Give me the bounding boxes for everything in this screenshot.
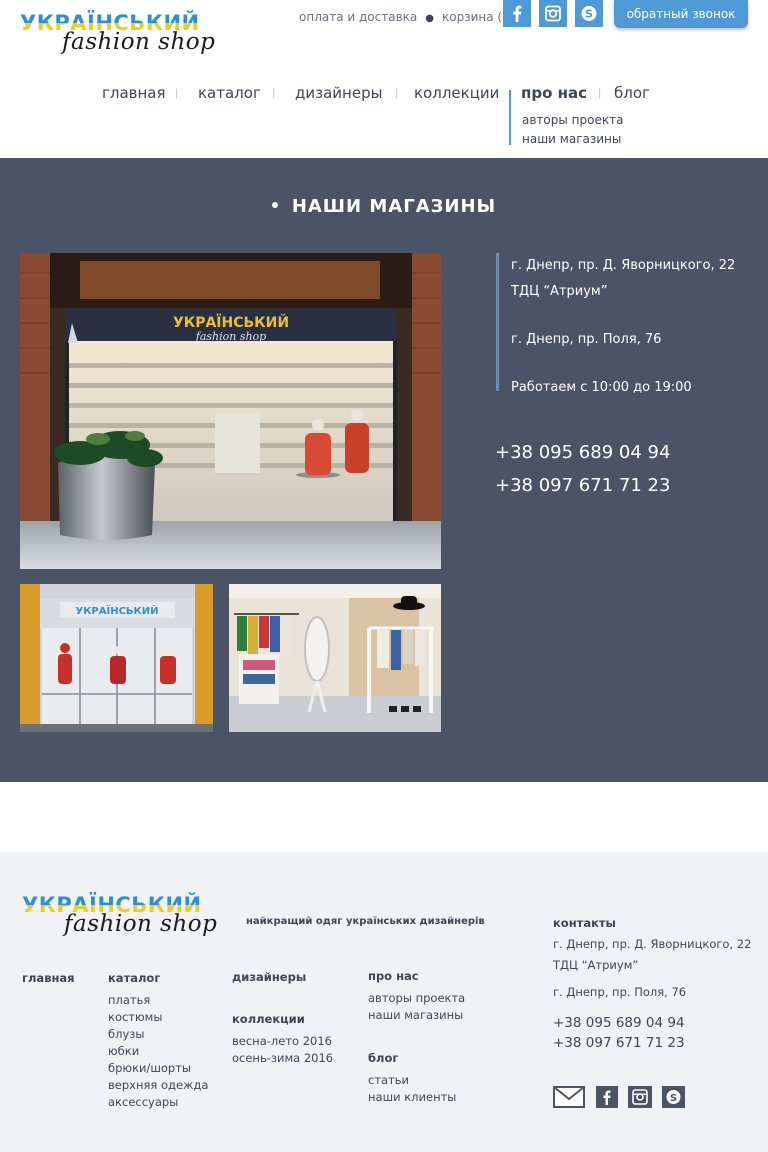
store-photo-exterior[interactable]: УКРАЇНСЬКИЙ — [20, 584, 213, 732]
footer-about-title[interactable]: про нас — [368, 968, 465, 985]
svg-text:S: S — [585, 8, 593, 21]
footer-about-item[interactable]: наши магазины — [368, 1007, 465, 1024]
nav-item-home[interactable]: главная — [102, 84, 166, 102]
nav-separator: | — [395, 88, 399, 99]
nav-separator: | — [272, 88, 276, 99]
footer-col-designers: дизайнеры — [232, 969, 306, 991]
submenu-item-stores[interactable]: наши магазины — [522, 130, 623, 149]
nav-separator: | — [175, 88, 179, 99]
footer-address-1-line1: г. Днепр, пр. Д. Яворницкого, 22 — [553, 937, 752, 951]
phone-block: +38 095 689 04 94 +38 097 671 71 23 — [495, 436, 670, 502]
site-header: УКРАЇНСЬКИЙ fashion shop оплата и достав… — [0, 0, 768, 158]
store-photo-main[interactable]: УКРАЇНСЬКИЙ fashion shop — [20, 253, 441, 569]
footer-logo-subtitle: fashion shop — [64, 911, 218, 937]
footer-link-home[interactable]: главная — [22, 970, 75, 987]
footer-col-catalog: каталог платья костюмы блузы юбки брюки/… — [108, 970, 208, 1111]
footer-col-about: про нас авторы проекта наши магазины — [368, 968, 465, 1024]
top-links: оплата и доставка ● корзина (0) — [299, 10, 514, 24]
store-addresses: г. Днепр, пр. Д. Яворницкого, 22 ТДЦ “Ат… — [496, 253, 756, 395]
logo-subtitle: fashion shop — [62, 29, 216, 55]
store-photo-interior[interactable] — [229, 584, 441, 732]
address-1-line1: г. Днепр, пр. Д. Яворницкого, 22 — [511, 258, 736, 273]
photo-sign-title: УКРАЇНСЬКИЙ — [173, 314, 289, 331]
footer-phone-2[interactable]: +38 097 671 71 23 — [553, 1033, 751, 1053]
delivery-link[interactable]: оплата и доставка — [299, 10, 417, 24]
working-hours: Работаем с 10:00 до 19:00 — [511, 380, 692, 395]
footer-logo-inner: УКРАЇНСЬКИЙ fashion shop — [22, 892, 222, 942]
address-1-line2: ТДЦ “Атриум” — [511, 284, 608, 299]
skype-icon[interactable]: S — [662, 1086, 685, 1108]
footer-catalog-item[interactable]: верхняя одежда — [108, 1077, 208, 1094]
separator-dot: ● — [425, 13, 434, 24]
nav-item-designers[interactable]: дизайнеры — [295, 84, 382, 102]
footer-address-1-line2: ТДЦ “Атриум” — [553, 958, 639, 972]
callback-button[interactable]: обратный звонок — [614, 0, 748, 28]
stores-section: НАШИ МАГАЗИНЫ УКРАЇНСЬКИЙ fashion shop У… — [0, 158, 768, 782]
footer-catalog-title[interactable]: каталог — [108, 970, 208, 987]
facebook-icon[interactable] — [596, 1086, 618, 1108]
submenu-item-authors[interactable]: авторы проекта — [522, 111, 623, 130]
footer-catalog-item[interactable]: платья — [108, 992, 208, 1009]
exterior-sign-title: УКРАЇНСЬКИЙ — [76, 603, 159, 617]
footer-collections-item[interactable]: осень-зима 2016 — [232, 1050, 333, 1067]
footer-logo[interactable]: УКРАЇНСЬКИЙ fashion shop — [22, 892, 222, 942]
nav-item-catalog[interactable]: каталог — [198, 84, 261, 102]
main-nav: главная | каталог | дизайнеры | коллекци… — [0, 84, 768, 106]
instagram-icon[interactable] — [628, 1086, 652, 1108]
footer-catalog-item[interactable]: брюки/шорты — [108, 1060, 208, 1077]
footer-catalog-item[interactable]: блузы — [108, 1026, 208, 1043]
phone-2[interactable]: +38 097 671 71 23 — [495, 469, 670, 502]
page-title: НАШИ МАГАЗИНЫ — [0, 196, 768, 217]
footer-about-item[interactable]: авторы проекта — [368, 990, 465, 1007]
footer-col-home: главная — [22, 970, 75, 992]
title-bullet — [271, 202, 278, 208]
instagram-icon[interactable] — [539, 0, 567, 27]
footer-phone-1[interactable]: +38 095 689 04 94 — [553, 1013, 751, 1033]
footer-catalog-item[interactable]: аксессуары — [108, 1094, 208, 1111]
footer-address-2: г. Днепр, пр. Поля, 76 — [553, 985, 687, 999]
nav-item-collections[interactable]: коллекции — [414, 84, 499, 102]
footer-catalog-item[interactable]: юбки — [108, 1043, 208, 1060]
footer-designers-title[interactable]: дизайнеры — [232, 969, 306, 986]
phone-1[interactable]: +38 095 689 04 94 — [495, 436, 670, 469]
footer-col-collections: коллекции весна-лето 2016 осень-зима 201… — [232, 1011, 333, 1067]
skype-icon[interactable]: S — [575, 0, 603, 27]
svg-text:S: S — [670, 1093, 677, 1104]
footer-col-blog: блог статьи наши клиенты — [368, 1050, 456, 1106]
footer-contacts-title: контакты — [553, 916, 616, 930]
footer-contacts: контакты г. Днепр, пр. Д. Яворницкого, 2… — [553, 916, 751, 1053]
mail-icon[interactable] — [553, 1086, 585, 1108]
footer-tagline: найкращий одяг українських дизайнерів — [246, 916, 485, 927]
footer-collections-title[interactable]: коллекции — [232, 1011, 333, 1028]
footer-blog-item[interactable]: статьи — [368, 1072, 456, 1089]
footer-blog-title[interactable]: блог — [368, 1050, 456, 1067]
address-2: г. Днепр, пр. Поля, 76 — [511, 332, 662, 347]
facebook-icon[interactable] — [503, 0, 531, 27]
about-submenu: авторы проекта наши магазины — [509, 90, 623, 146]
site-footer: УКРАЇНСЬКИЙ fashion shop найкращий одяг … — [0, 852, 768, 1152]
site-logo[interactable]: УКРАЇНСЬКИЙ fashion shop — [20, 10, 220, 60]
footer-catalog-item[interactable]: костюмы — [108, 1009, 208, 1026]
page-title-text: НАШИ МАГАЗИНЫ — [291, 196, 497, 217]
footer-collections-item[interactable]: весна-лето 2016 — [232, 1033, 333, 1050]
footer-blog-item[interactable]: наши клиенты — [368, 1089, 456, 1106]
